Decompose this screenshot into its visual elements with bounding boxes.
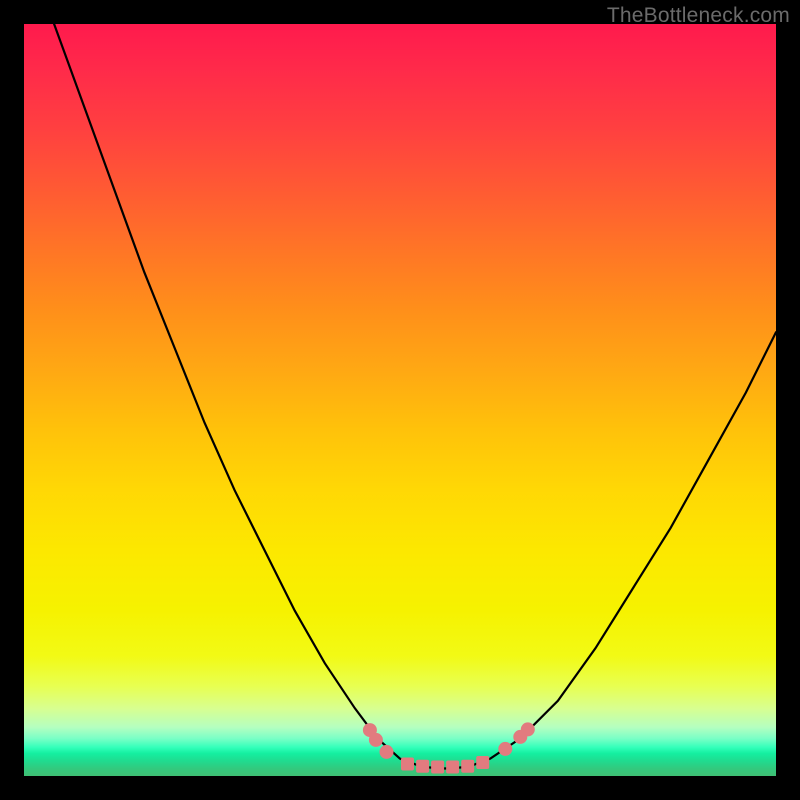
curve-line: [54, 24, 776, 769]
curve-marker: [431, 761, 444, 774]
curve-marker: [401, 758, 414, 771]
watermark-text: TheBottleneck.com: [607, 4, 790, 28]
chart-svg: [24, 24, 776, 776]
curve-marker: [498, 742, 512, 756]
curve-marker: [521, 722, 535, 736]
curve-marker: [369, 733, 383, 747]
curve-marker: [446, 761, 459, 774]
chart-frame: TheBottleneck.com: [0, 0, 800, 800]
curve-marker: [461, 760, 474, 773]
plot-area: [24, 24, 776, 776]
marker-group: [363, 722, 535, 773]
curve-marker: [416, 760, 429, 773]
curve-marker: [476, 756, 489, 769]
curve-marker: [380, 745, 394, 759]
